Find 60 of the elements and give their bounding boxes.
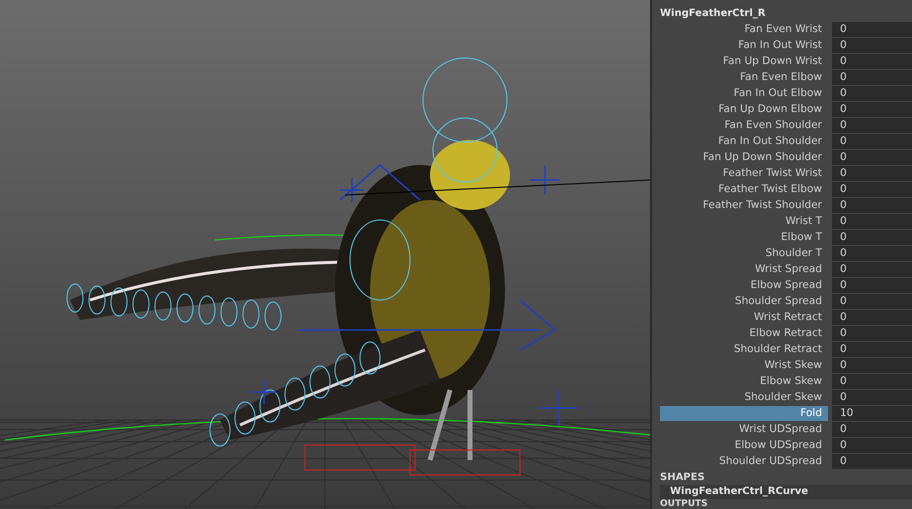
attribute-value-field[interactable]: 0 (832, 118, 912, 133)
attribute-value-field[interactable]: 0 (832, 262, 912, 277)
attribute-value-field[interactable]: 0 (832, 310, 912, 325)
attribute-value-field[interactable]: 0 (832, 422, 912, 437)
attribute-label[interactable]: Wrist UDSpread (660, 422, 828, 437)
attribute-value-field[interactable]: 10 (832, 406, 912, 421)
attribute-label[interactable]: Shoulder UDSpread (660, 454, 828, 469)
attribute-value-field[interactable]: 0 (832, 230, 912, 245)
attribute-value-field[interactable]: 0 (832, 246, 912, 261)
attribute-label[interactable]: Fan Up Down Shoulder (660, 150, 828, 165)
attribute-label[interactable]: Fan Up Down Wrist (660, 54, 828, 69)
attribute-value-field[interactable]: 0 (832, 38, 912, 53)
attribute-label[interactable]: Feather Twist Shoulder (660, 198, 828, 213)
attribute-label[interactable]: Feather Twist Elbow (660, 182, 828, 197)
attribute-value-field[interactable]: 0 (832, 342, 912, 357)
attribute-label[interactable]: Fan In Out Elbow (660, 86, 828, 101)
attribute-value-field[interactable]: 0 (832, 134, 912, 149)
attribute-label[interactable]: Elbow Spread (660, 278, 828, 293)
attribute-label[interactable]: Elbow UDSpread (660, 438, 828, 453)
attribute-value-field[interactable]: 0 (832, 22, 912, 37)
attribute-value-field[interactable]: 0 (832, 86, 912, 101)
attribute-value-field[interactable]: 0 (832, 438, 912, 453)
attribute-label[interactable]: Shoulder T (660, 246, 828, 261)
attribute-label[interactable]: Wrist Spread (660, 262, 828, 277)
node-name: WingFeatherCtrl_R (660, 7, 766, 21)
attribute-value-field[interactable]: 0 (832, 182, 912, 197)
attribute-label[interactable]: Shoulder Retract (660, 342, 828, 357)
attribute-value-field[interactable]: 0 (832, 390, 912, 405)
attribute-label[interactable]: Shoulder Spread (660, 294, 828, 309)
attribute-value-field[interactable]: 0 (832, 294, 912, 309)
attribute-value-field[interactable]: 0 (832, 166, 912, 181)
attribute-label[interactable]: Wrist Skew (660, 358, 828, 373)
attribute-value-field[interactable]: 0 (832, 54, 912, 69)
attribute-value-field[interactable]: 0 (832, 198, 912, 213)
attribute-value-field[interactable]: 0 (832, 454, 912, 469)
attribute-label[interactable]: Fan Up Down Elbow (660, 102, 828, 117)
attribute-label[interactable]: Elbow Retract (660, 326, 828, 341)
attribute-label[interactable]: Elbow T (660, 230, 828, 245)
attribute-value-field[interactable]: 0 (832, 278, 912, 293)
attribute-value-field[interactable]: 0 (832, 326, 912, 341)
attribute-label[interactable]: Wrist T (660, 214, 828, 229)
attribute-label[interactable]: Fan Even Shoulder (660, 118, 828, 133)
attribute-value-field[interactable]: 0 (832, 358, 912, 373)
attribute-label[interactable]: Fan In Out Shoulder (660, 134, 828, 149)
attribute-label[interactable]: Feather Twist Wrist (660, 166, 828, 181)
attribute-label[interactable]: Shoulder Skew (660, 390, 828, 405)
attribute-label[interactable]: Fan In Out Wrist (660, 38, 828, 53)
shape-node-item[interactable]: WingFeatherCtrl_RCurve (660, 485, 912, 499)
attribute-label[interactable]: Fold (660, 406, 828, 421)
attribute-label[interactable]: Fan Even Wrist (660, 22, 828, 37)
attribute-value-field[interactable]: 0 (832, 214, 912, 229)
attribute-value-field[interactable]: 0 (832, 102, 912, 117)
attribute-value-field[interactable]: 0 (832, 150, 912, 165)
section-heading: SHAPES (660, 471, 705, 485)
attribute-label[interactable]: Elbow Skew (660, 374, 828, 389)
section-heading: OUTPUTS (660, 499, 708, 509)
attribute-label[interactable]: Fan Even Elbow (660, 70, 828, 85)
attribute-label[interactable]: Wrist Retract (660, 310, 828, 325)
attribute-value-field[interactable]: 0 (832, 70, 912, 85)
attribute-value-field[interactable]: 0 (832, 374, 912, 389)
